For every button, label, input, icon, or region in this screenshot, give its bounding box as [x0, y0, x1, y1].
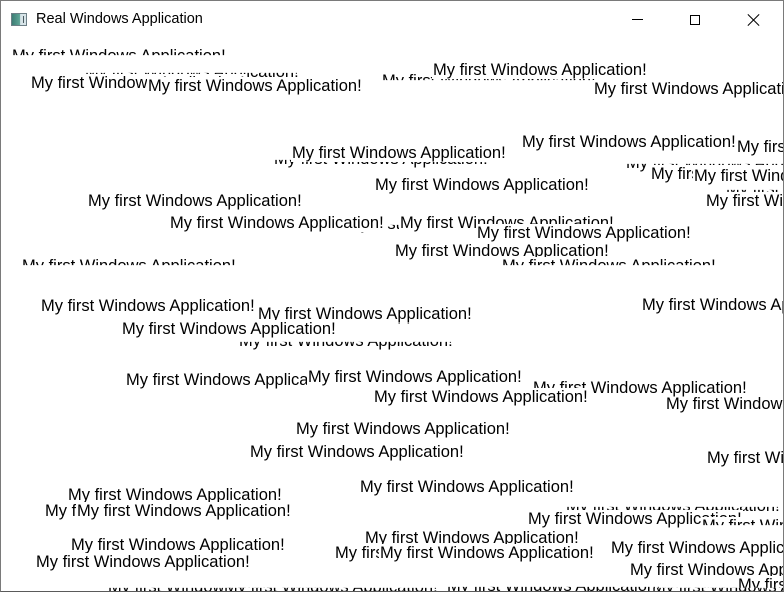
painted-message-text: My first Windows Application!	[665, 395, 783, 413]
painted-message-text: My first Windows Application!	[21, 257, 237, 275]
painted-message-text: My first Windows Application!	[11, 47, 227, 65]
close-icon	[747, 14, 759, 26]
close-button[interactable]	[730, 1, 776, 38]
painted-message-text: My first Windows Application!	[147, 77, 363, 95]
painted-message-text: My first Windows Application!	[40, 297, 256, 315]
painted-message-text: My first Windows Application!	[610, 539, 783, 557]
painted-message-text: My first Windows Application!	[307, 368, 523, 386]
painted-message-text: My first Windows Application!	[432, 61, 648, 79]
painted-message-text: My first Windows Application!	[359, 478, 575, 496]
painted-message-text: My first Windows Application!	[521, 133, 737, 151]
painted-message-text: My first Windows Application!	[373, 388, 589, 406]
painted-message-text: My first Windows Application!	[121, 320, 337, 338]
title-bar[interactable]: Real Windows Application	[1, 1, 783, 39]
minimize-button[interactable]	[614, 1, 660, 38]
painted-message-text: My first Windows Application!	[641, 296, 783, 314]
painted-message-text: My first Windows Application!	[736, 138, 783, 156]
painted-message-text: My first Windows Application!	[476, 224, 692, 242]
painted-message-text: My first Windows Application!	[374, 176, 590, 194]
client-area[interactable]: My first Windows Application! My first Wi…	[1, 39, 783, 591]
painted-message-text: My first Windows Application!	[249, 443, 465, 461]
painted-message-text: My first Windows Application!	[169, 214, 385, 232]
painted-message-text: My first Windows Application!	[705, 192, 783, 210]
painted-message-text: My first Windows Application!	[379, 544, 595, 562]
painted-message-text: My first Windows Application!	[223, 587, 439, 591]
painted-message-text: My first Windows Application!	[291, 144, 507, 162]
maximize-button[interactable]	[672, 1, 718, 38]
painted-message-text: My first Windows Application!	[706, 449, 783, 467]
painted-message-text: My first Windows Application!	[70, 536, 286, 554]
painted-message-text: My first Windows Application!	[446, 586, 662, 591]
painted-message-text: My first Windows Application!	[295, 420, 511, 438]
painted-message-text: My first Windows Application!	[693, 167, 783, 185]
painted-message-text: My first Windows Application!	[35, 553, 251, 571]
minimize-icon	[631, 19, 643, 20]
maximize-icon	[690, 14, 700, 25]
window-title: Real Windows Application	[36, 11, 203, 27]
painted-message-text: My first Windows Application!	[87, 192, 303, 210]
painted-message-text: My first Windows Application!	[501, 257, 717, 275]
application-window-icon[interactable]	[11, 13, 27, 26]
painted-message-text: My first Windows Application!	[593, 80, 783, 98]
application-window: Real Windows Application My first Window…	[0, 0, 784, 592]
painted-message-text: My first Windows Application!	[76, 502, 292, 520]
